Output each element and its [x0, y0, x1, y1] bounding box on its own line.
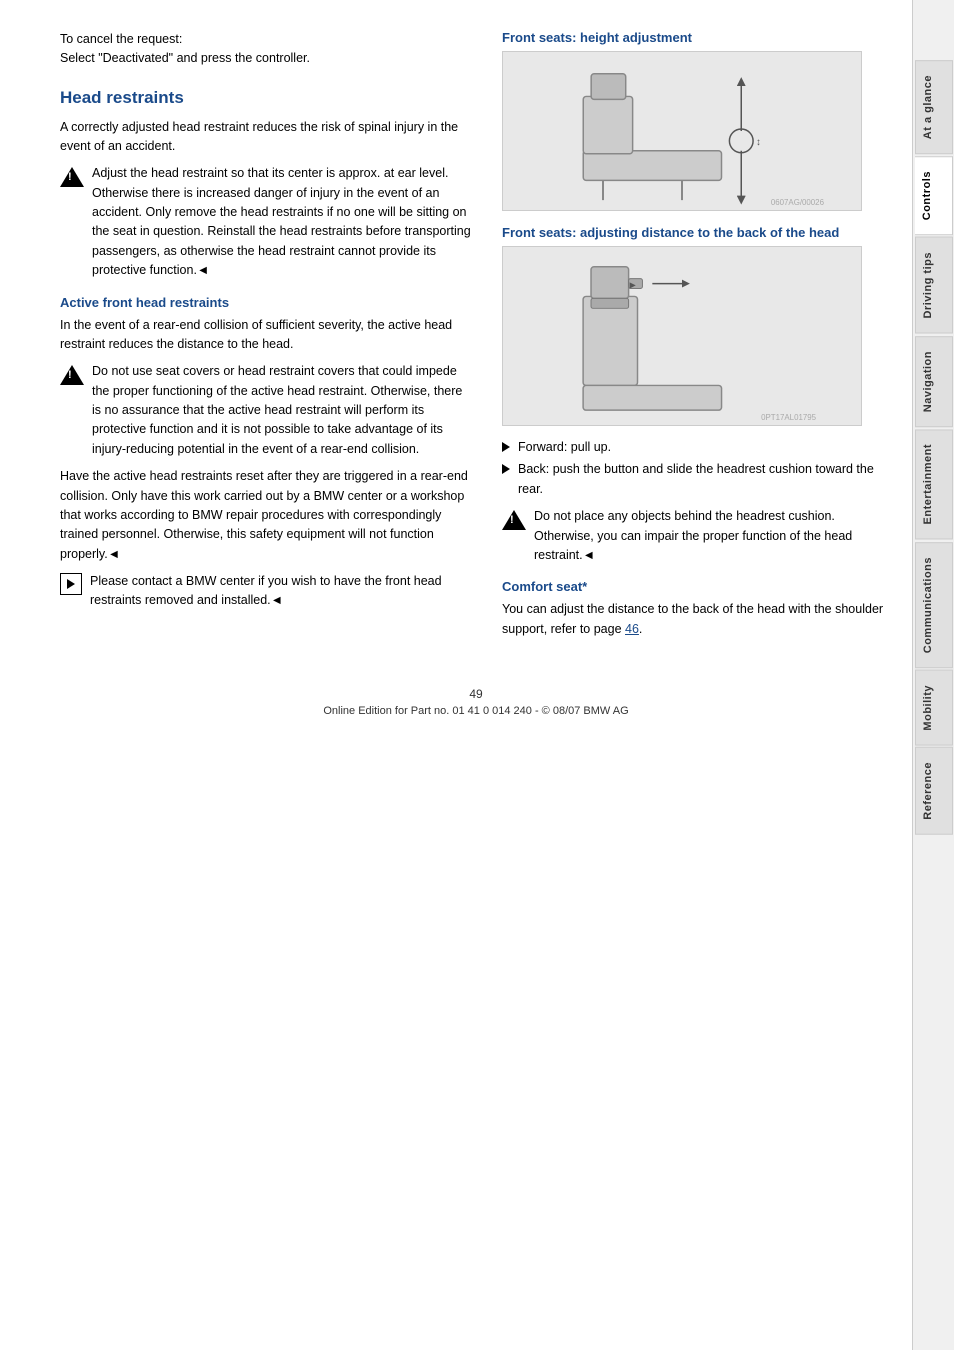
- warning-icon-1: [60, 165, 84, 189]
- head-restraints-title: Head restraints: [60, 88, 472, 108]
- svg-text:↕: ↕: [756, 137, 761, 148]
- front-seats-height-title: Front seats: height adjustment: [502, 30, 892, 45]
- svg-text:0PT17AL01795: 0PT17AL01795: [761, 413, 817, 422]
- active-front-subtitle: Active front head restraints: [60, 295, 472, 310]
- comfort-seat-title: Comfort seat*: [502, 579, 892, 594]
- bullet-text-back: Back: push the button and slide the head…: [518, 460, 892, 499]
- warning-triangle-3: [502, 510, 526, 530]
- active-front-para1: In the event of a rear-end collision of …: [60, 316, 472, 355]
- sidebar-tab-entertainment[interactable]: Entertainment: [915, 429, 953, 539]
- warning-text-2: Do not use seat covers or head restraint…: [92, 362, 472, 459]
- warning-text-1: Adjust the head restraint so that its ce…: [92, 164, 472, 280]
- bullet-arrow-2: [502, 464, 510, 474]
- warning-icon-2: [60, 363, 84, 387]
- warning-block-1: Adjust the head restraint so that its ce…: [60, 164, 472, 280]
- info-arrow-icon-1: [60, 573, 82, 595]
- warning-text-3: Do not place any objects behind the head…: [534, 507, 892, 565]
- info-block-1: Please contact a BMW center if you wish …: [60, 572, 472, 611]
- head-restraints-intro: A correctly adjusted head restraint redu…: [60, 118, 472, 157]
- sidebar-tab-driving-tips[interactable]: Driving tips: [915, 237, 953, 334]
- active-front-para2: Have the active head restraints reset af…: [60, 467, 472, 564]
- info-arrow-shape: [67, 579, 75, 589]
- info-text-1: Please contact a BMW center if you wish …: [90, 572, 472, 611]
- right-column: Front seats: height adjustment: [502, 30, 892, 647]
- bullet-forward: Forward: pull up.: [502, 438, 892, 457]
- cancel-line2: Select "Deactivated" and press the contr…: [60, 49, 472, 68]
- sidebar-tab-reference[interactable]: Reference: [915, 747, 953, 835]
- comfort-seat-text-span: You can adjust the distance to the back …: [502, 602, 883, 635]
- seat-distance-image: ▶ 0PT17AL01795: [502, 246, 862, 426]
- left-column: To cancel the request: Select "Deactivat…: [60, 30, 472, 647]
- front-seats-distance-title: Front seats: adjusting distance to the b…: [502, 225, 892, 240]
- svg-text:0607AG/00026: 0607AG/00026: [771, 198, 825, 207]
- bullet-arrow-1: [502, 442, 510, 452]
- svg-text:▶: ▶: [630, 281, 637, 290]
- seat-height-image: ↕ 0607AG/00026: [502, 51, 862, 211]
- warning-block-2: Do not use seat covers or head restraint…: [60, 362, 472, 459]
- comfort-seat-text: You can adjust the distance to the back …: [502, 600, 892, 639]
- sidebar-tab-at-a-glance[interactable]: At a glance: [915, 60, 953, 154]
- sidebar-tab-mobility[interactable]: Mobility: [915, 670, 953, 746]
- footer-text: Online Edition for Part no. 01 41 0 014 …: [60, 705, 892, 717]
- warning-triangle-2: [60, 365, 84, 385]
- bullet-text-forward: Forward: pull up.: [518, 438, 611, 457]
- sidebar-tab-navigation[interactable]: Navigation: [915, 336, 953, 427]
- cancel-line1: To cancel the request:: [60, 30, 472, 49]
- comfort-seat-page-ref[interactable]: 46: [625, 622, 639, 636]
- warning-icon-3: [502, 508, 526, 532]
- warning-triangle-1: [60, 167, 84, 187]
- sidebar: At a glance Controls Driving tips Naviga…: [912, 0, 954, 1350]
- bullet-back: Back: push the button and slide the head…: [502, 460, 892, 499]
- page-footer: 49 Online Edition for Part no. 01 41 0 0…: [60, 677, 892, 717]
- cancel-request: To cancel the request: Select "Deactivat…: [60, 30, 472, 68]
- warning-block-3: Do not place any objects behind the head…: [502, 507, 892, 565]
- comfort-seat-period: .: [639, 622, 642, 636]
- page-number: 49: [60, 687, 892, 701]
- sidebar-tab-communications[interactable]: Communications: [915, 542, 953, 668]
- sidebar-tab-controls[interactable]: Controls: [915, 156, 953, 235]
